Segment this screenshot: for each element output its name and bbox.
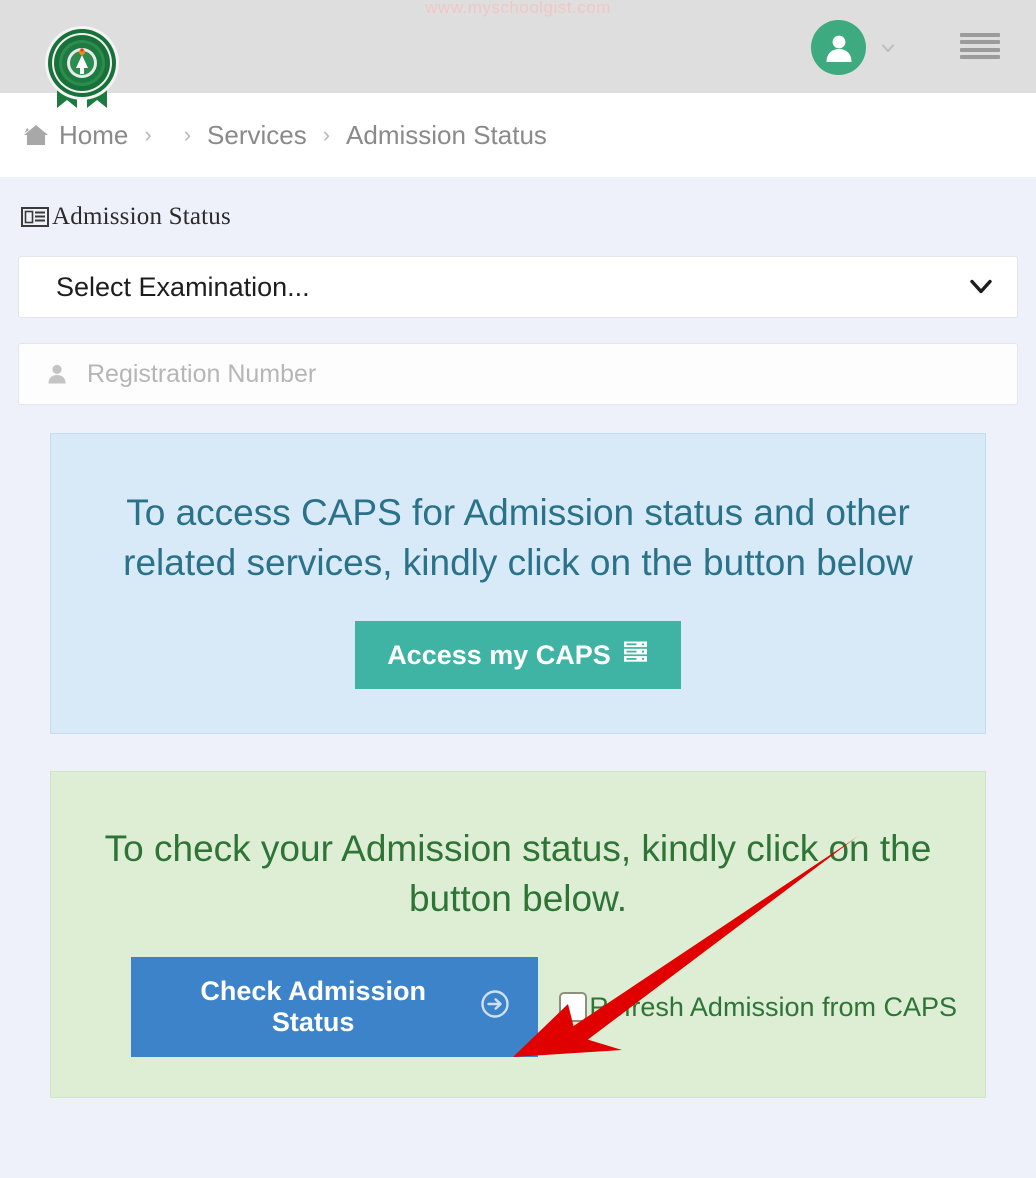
exam-select[interactable]: Select Examination... — [18, 256, 1018, 318]
chevron-down-icon[interactable] — [880, 40, 896, 56]
menu-line — [960, 47, 1000, 52]
newspaper-icon — [21, 205, 51, 229]
registration-number-input[interactable]: Registration Number — [18, 343, 1018, 405]
admission-status-panel: To check your Admission status, kindly c… — [50, 771, 986, 1098]
menu-line — [960, 40, 1000, 45]
arrow-circle-right-icon — [480, 989, 510, 1026]
page-title: Admission Status — [21, 203, 1018, 231]
status-panel-message: To check your Admission status, kindly c… — [104, 828, 932, 919]
check-admission-status-label: Check Admission Status — [200, 976, 426, 1037]
user-avatar-icon[interactable] — [811, 20, 866, 75]
access-my-caps-label: Access my CAPS — [387, 639, 611, 670]
breadcrumb-item-services[interactable]: Services — [207, 120, 307, 151]
status-action-row: Check Admission Status Refresh Admission… — [79, 957, 957, 1057]
menu-line — [960, 33, 1000, 37]
refresh-admission-option[interactable]: Refresh Admission from CAPS — [559, 992, 957, 1023]
caps-access-panel: To access CAPS for Admission status and … — [50, 433, 986, 734]
watermark-text: www.myschoolgist.com — [425, 0, 611, 17]
registration-number-placeholder: Registration Number — [87, 359, 317, 388]
breadcrumb-separator: › — [144, 122, 152, 147]
site-header: www.myschoolgist.com — [0, 0, 1036, 108]
breadcrumb-bar: Home › › Services › Admission Status — [0, 93, 1036, 177]
jamb-seal-logo[interactable] — [43, 22, 121, 110]
check-admission-status-button[interactable]: Check Admission Status — [131, 957, 539, 1057]
exam-select-value: Select Examination... — [56, 271, 310, 302]
page-title-text: Admission Status — [52, 203, 231, 230]
breadcrumb-separator: › — [322, 122, 331, 147]
chevron-down-icon[interactable] — [968, 272, 994, 303]
hamburger-menu-icon[interactable] — [960, 30, 1000, 62]
refresh-admission-checkbox[interactable] — [559, 992, 588, 1022]
home-icon[interactable] — [22, 122, 50, 148]
caps-panel-message: To access CAPS for Admission status and … — [123, 492, 913, 583]
breadcrumb-item-home[interactable]: Home — [59, 120, 128, 151]
server-stack-icon — [622, 638, 649, 672]
breadcrumb-separator: › — [183, 122, 192, 147]
menu-line — [960, 54, 1000, 59]
user-account-menu[interactable] — [811, 20, 896, 75]
refresh-admission-label: Refresh Admission from CAPS — [589, 991, 957, 1022]
main-content: Admission Status Select Examination... R… — [0, 203, 1036, 1098]
access-my-caps-button[interactable]: Access my CAPS — [355, 621, 681, 689]
page-root: www.myschoolgist.com Home › › Services ›… — [0, 0, 1036, 1178]
breadcrumb-item-admission-status: Admission Status — [346, 119, 547, 150]
user-icon — [45, 362, 69, 386]
breadcrumb: Home › › Services › Admission Status — [22, 120, 547, 151]
